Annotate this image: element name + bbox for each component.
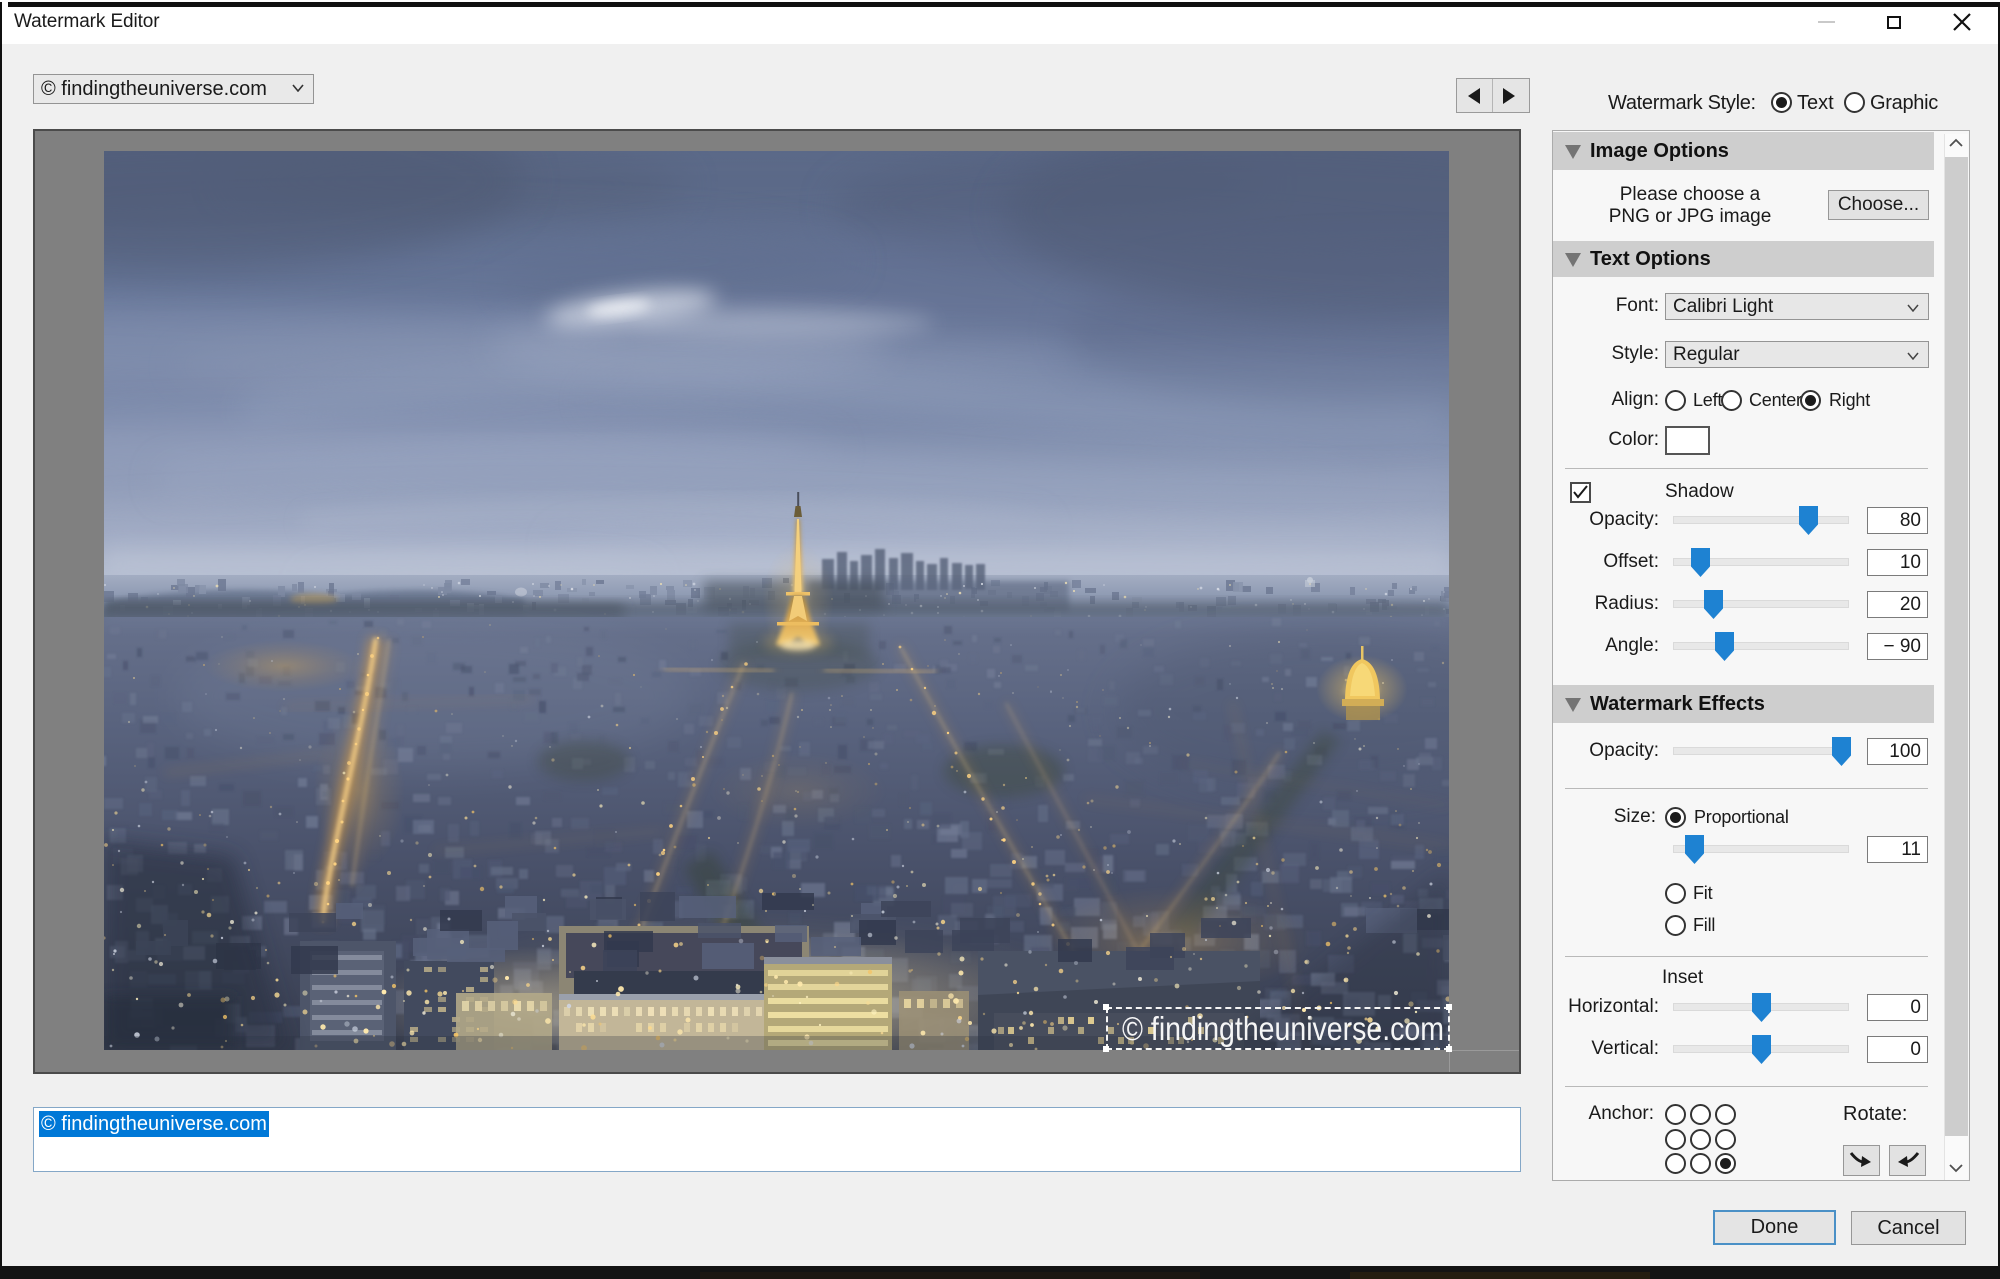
- svg-text:© findingtheuniverse.com: © findingtheuniverse.com: [1122, 1010, 1444, 1047]
